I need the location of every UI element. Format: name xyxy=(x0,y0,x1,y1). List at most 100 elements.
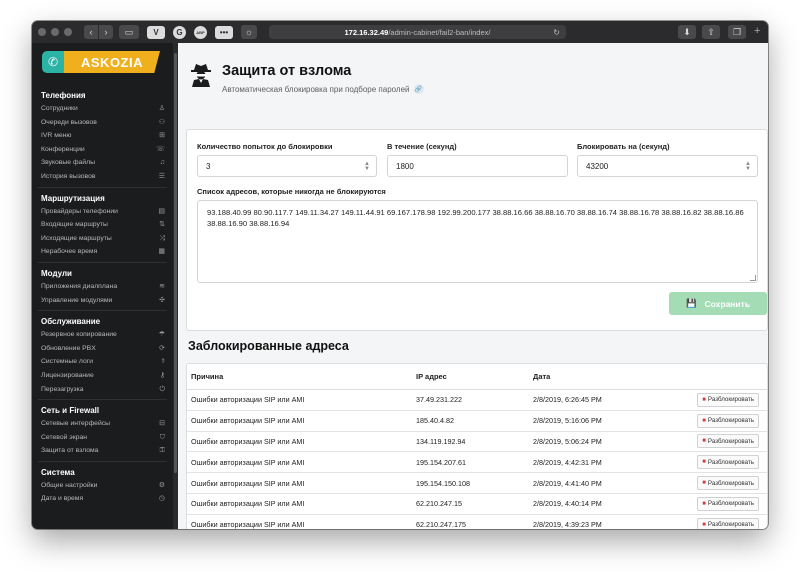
ban-input[interactable]: 43200 ▲ ▼ xyxy=(577,155,758,177)
cell-date: 2/8/2019, 4:42:31 PM xyxy=(533,457,602,467)
sidebar-item[interactable]: Дата и время ◷ xyxy=(32,492,173,506)
sidebar-scroll-thumb[interactable] xyxy=(174,53,177,473)
unblock-button[interactable]: ■ Разблокировать xyxy=(697,455,759,470)
ban-value: 43200 xyxy=(586,161,609,171)
phone-volume-icon: ☏ xyxy=(156,145,165,153)
sidebar-item[interactable]: Общие настройки ⚙ xyxy=(32,479,173,493)
sidebar-item[interactable]: Нерабочее время ▦ xyxy=(32,245,173,259)
page-subtitle: Автоматическая блокировка при подборе па… xyxy=(222,84,424,94)
sidebar-item[interactable]: Защита от взлома ⚿ xyxy=(32,444,173,458)
sidebar-item[interactable]: Входящие маршруты ⇅ xyxy=(32,218,173,232)
extension-settings-button[interactable]: ☼ xyxy=(241,25,257,39)
sidebar-item-label: Приложения диалплана xyxy=(41,282,118,290)
share-icon: ⇧ xyxy=(707,26,715,37)
link-icon[interactable]: 🔗 xyxy=(413,84,424,94)
umbrella-icon: ☂ xyxy=(158,331,165,339)
sidebar-section-title: Модули xyxy=(41,268,72,278)
tabs-overview-button[interactable]: ❐ xyxy=(728,25,746,39)
extension-dots-button[interactable]: ••• xyxy=(215,25,233,39)
sidebar-item-label: Общие настройки xyxy=(41,481,98,489)
attempts-label: Количество попыток до блокировки xyxy=(197,142,333,151)
cell-reason: Ошибки авторизации SIP или AMI xyxy=(191,520,305,529)
askozia-logo[interactable]: ✆ ASKOZIA xyxy=(42,51,160,73)
page-subtitle-text: Автоматическая блокировка при подборе па… xyxy=(222,84,410,94)
cell-ip: 37.49.231.222 xyxy=(416,395,462,405)
extension-v-button[interactable]: V xyxy=(147,25,165,39)
unblock-button-label: Разблокировать xyxy=(707,479,754,487)
window-controls xyxy=(38,28,72,36)
save-button[interactable]: 💾 Сохранить xyxy=(669,292,767,315)
close-window-button[interactable] xyxy=(38,28,46,36)
sidebar-item-label: Сетевые интерфейсы xyxy=(41,420,111,428)
clock-icon: ◷ xyxy=(158,495,165,503)
browser-window: ‹ › ▭ V G ABP ••• ☼ 172.16.32.49/admin-c… xyxy=(32,21,768,529)
sidebar-item[interactable]: Конференции ☏ xyxy=(32,143,173,157)
sidebar-item[interactable]: Сетевые интерфейсы ⊟ xyxy=(32,417,173,431)
stepper-icon[interactable]: ▲ ▼ xyxy=(745,161,751,172)
sidebar-divider xyxy=(38,399,167,401)
sidebar-item[interactable]: Сетевой экран ⛉ xyxy=(32,431,173,445)
resize-handle[interactable] xyxy=(750,275,756,281)
save-button-label: Сохранить xyxy=(704,298,751,309)
extension-g-button[interactable]: G xyxy=(173,25,186,39)
unblock-button[interactable]: ■ Разблокировать xyxy=(697,392,759,407)
sidebar-item[interactable]: Управление модулями ✣ xyxy=(32,294,173,308)
chevron-right-icon: › xyxy=(104,27,108,37)
blocked-section-title: Заблокированные адреса xyxy=(188,339,349,353)
share-button[interactable]: ⇧ xyxy=(702,25,720,39)
forward-button[interactable]: › xyxy=(99,25,113,39)
header-reason: Причина xyxy=(191,372,224,381)
sidebar-item[interactable]: Звуковые файлы ♫ xyxy=(32,156,173,170)
reload-icon[interactable]: ↻ xyxy=(553,28,560,37)
sidebar-item[interactable]: Сотрудники ♙ xyxy=(32,102,173,116)
unblock-button[interactable]: ■ Разблокировать xyxy=(697,476,759,491)
sidebar-item[interactable]: Системные логи ⚕ xyxy=(32,355,173,369)
user-secret-icon xyxy=(190,63,214,89)
cell-reason: Ошибки авторизации SIP или AMI xyxy=(191,395,305,405)
unblock-button[interactable]: ■ Разблокировать xyxy=(697,517,759,529)
trash-icon: ■ xyxy=(702,459,706,466)
unblock-button-label: Разблокировать xyxy=(707,437,754,445)
sidebar-divider xyxy=(38,186,167,188)
whitelist-textarea[interactable]: 93.188.40.99 80.90.117.7 149.11.34.27 14… xyxy=(197,200,758,283)
sidebar-item-label: Управление модулями xyxy=(41,296,113,304)
shield-icon: ⛉ xyxy=(159,433,165,441)
network-icon: ⊟ xyxy=(159,420,165,428)
sidebar-item[interactable]: Перезагрузка ⏻ xyxy=(32,383,173,397)
sidebar-menu: Телефония Сотрудники ♙ Очереди вызовов ⚇ IVR … xyxy=(32,89,173,506)
minimize-window-button[interactable] xyxy=(51,28,59,36)
unblock-button[interactable]: ■ Разблокировать xyxy=(697,434,759,449)
sidebar-item[interactable]: Провайдеры телефонии ▤ xyxy=(32,205,173,219)
table-row: Ошибки авторизации SIP или AMI 185.40.4.8… xyxy=(187,411,767,432)
sidebar-item[interactable]: Лицензирование ⚷ xyxy=(32,369,173,383)
cell-date: 2/8/2019, 5:16:06 PM xyxy=(533,416,602,426)
new-tab-button[interactable]: + xyxy=(754,25,760,37)
sidebar-item[interactable]: Резервное копирование ☂ xyxy=(32,328,173,342)
browser-toolbar: ‹ › ▭ V G ABP ••• ☼ 172.16.32.49/admin-c… xyxy=(32,21,768,43)
sidebar-item[interactable]: Исходящие маршруты ⤨ xyxy=(32,232,173,246)
url-host: 172.16.32.49 xyxy=(344,27,389,37)
sidebar-item[interactable]: Очереди вызовов ⚇ xyxy=(32,116,173,130)
plus-icon: + xyxy=(754,25,761,37)
sidebar-section-title: Телефония xyxy=(41,91,86,100)
extension-abp-button[interactable]: ABP xyxy=(194,25,207,39)
sidebar-item[interactable]: IVR меню ⊞ xyxy=(32,129,173,143)
sync-icon: ⟳ xyxy=(159,344,165,352)
address-bar[interactable]: 172.16.32.49/admin-cabinet/fail2-ban/ind… xyxy=(269,25,566,39)
downloads-button[interactable]: ⬇ xyxy=(678,25,696,39)
period-input[interactable]: 1800 xyxy=(387,155,568,177)
whitelist-label: Список адресов, которые никогда не блоки… xyxy=(197,187,386,196)
sidebar-item[interactable]: Обновление PBX ⟳ xyxy=(32,342,173,356)
unblock-button[interactable]: ■ Разблокировать xyxy=(697,496,759,511)
cell-reason: Ошибки авторизации SIP или AMI xyxy=(191,416,305,426)
stepper-icon[interactable]: ▲ ▼ xyxy=(364,161,370,172)
header-date: Дата xyxy=(533,372,551,381)
sidebar-item[interactable]: История вызовов ☰ xyxy=(32,170,173,184)
sidebar-toggle-button[interactable]: ▭ xyxy=(119,25,139,39)
trash-icon: ■ xyxy=(702,438,706,445)
back-button[interactable]: ‹ xyxy=(84,25,98,39)
unblock-button[interactable]: ■ Разблокировать xyxy=(697,413,759,428)
attempts-input[interactable]: 3 ▲ ▼ xyxy=(197,155,377,177)
zoom-window-button[interactable] xyxy=(64,28,72,36)
sidebar-item[interactable]: Приложения диалплана ≋ xyxy=(32,280,173,294)
